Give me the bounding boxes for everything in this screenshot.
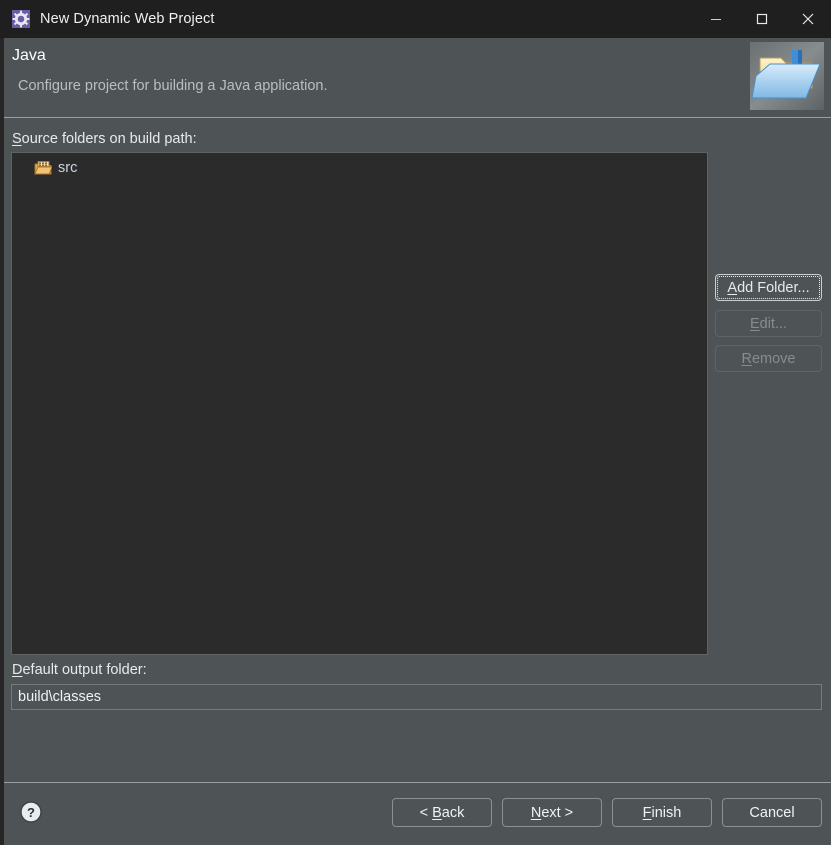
source-folders-label: Source folders on build path: xyxy=(12,131,197,147)
minimize-button[interactable] xyxy=(693,0,739,38)
finish-button[interactable]: Finish xyxy=(612,798,712,827)
eclipse-wizard-gear-icon xyxy=(12,10,30,28)
default-output-folder-input[interactable] xyxy=(11,684,822,710)
source-folders-list[interactable]: src xyxy=(11,152,708,655)
title-bar: New Dynamic Web Project xyxy=(0,0,831,38)
close-button[interactable] xyxy=(785,0,831,38)
maximize-button[interactable] xyxy=(739,0,785,38)
list-item-label: src xyxy=(58,160,78,176)
source-folder-icon xyxy=(34,160,53,176)
page-title: Java xyxy=(12,47,46,64)
wizard-footer: ? < Back Next > Finish Cancel xyxy=(4,783,831,845)
list-item[interactable]: src xyxy=(12,157,707,179)
back-button[interactable]: < Back xyxy=(392,798,492,827)
default-output-folder-label: Default output folder: xyxy=(12,662,147,678)
new-dynamic-web-project-dialog: New Dynamic Web Project Java Configure p… xyxy=(0,0,831,845)
svg-text:?: ? xyxy=(27,805,35,820)
wizard-body: Source folders on build path: src Add Fo… xyxy=(4,118,831,782)
remove-button: Remove xyxy=(715,345,822,372)
help-button[interactable]: ? xyxy=(18,799,44,825)
window-controls xyxy=(693,0,831,38)
add-folder-button[interactable]: Add Folder... xyxy=(715,274,822,301)
wizard-header: Java Configure project for building a Ja… xyxy=(4,38,831,117)
next-button[interactable]: Next > xyxy=(502,798,602,827)
cancel-button[interactable]: Cancel xyxy=(722,798,822,827)
edit-button: Edit... xyxy=(715,310,822,337)
java-folder-wizard-icon xyxy=(750,42,824,110)
wizard-nav-buttons: < Back Next > Finish Cancel xyxy=(392,798,822,827)
page-subtitle: Configure project for building a Java ap… xyxy=(18,78,328,94)
window-title: New Dynamic Web Project xyxy=(40,11,215,27)
